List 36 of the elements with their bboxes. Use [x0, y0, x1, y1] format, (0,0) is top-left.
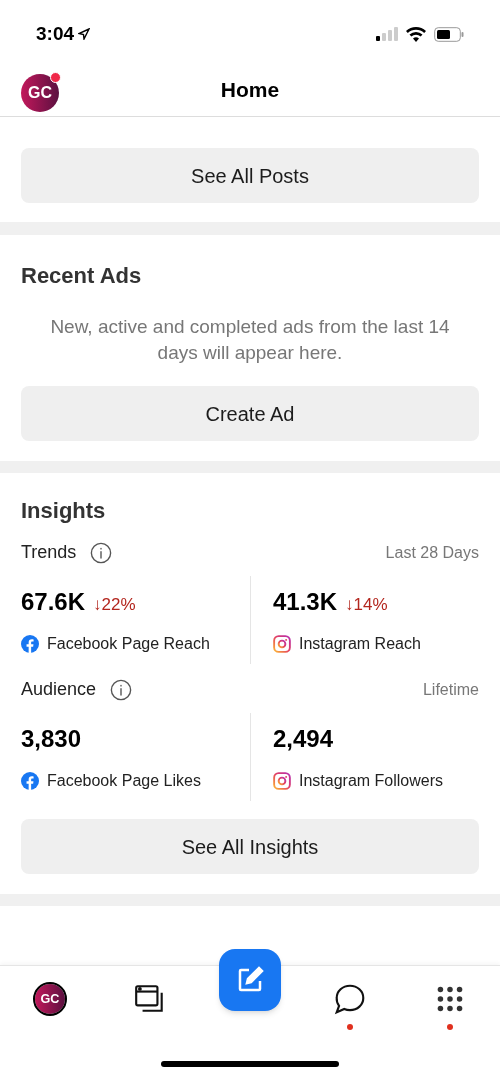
metric-label: Facebook Page Likes: [47, 771, 201, 791]
see-all-posts-button[interactable]: See All Posts: [21, 148, 479, 203]
battery-icon: [434, 26, 464, 42]
metric-value: 3,830: [21, 724, 82, 754]
location-icon: [78, 28, 91, 40]
section-title: Insights: [21, 497, 107, 525]
period-label: Lifetime: [422, 679, 479, 700]
profile-tab[interactable]: GC: [35, 984, 65, 1014]
see-all-insights-button[interactable]: See All Insights: [21, 819, 479, 874]
period-label: Last 28 Days: [385, 542, 479, 563]
info-icon[interactable]: [90, 541, 113, 564]
status-time: 3:04: [36, 21, 75, 46]
metric-change: ↓22%: [93, 594, 136, 616]
metric-change: ↓14%: [345, 594, 388, 616]
chat-icon[interactable]: [333, 982, 367, 1016]
facebook-icon: [21, 772, 39, 790]
metric-value: 67.6K: [21, 587, 86, 617]
metric-label: Facebook Page Reach: [47, 634, 210, 654]
signal-icon: [376, 27, 398, 41]
facebook-icon: [21, 635, 39, 653]
compose-button[interactable]: [219, 949, 281, 1011]
create-ad-button[interactable]: Create Ad: [21, 386, 479, 441]
logo-icon: GC: [21, 74, 59, 112]
group-title: Audience: [21, 678, 97, 701]
metric-value: 2,494: [273, 724, 334, 754]
group-title: Trends: [21, 541, 77, 564]
instagram-icon: [273, 772, 291, 790]
wifi-icon: [406, 26, 426, 42]
instagram-icon: [273, 635, 291, 653]
page-title: Home: [220, 77, 280, 104]
section-title: Recent Ads: [21, 262, 143, 290]
metric-value: 41.3K: [273, 587, 338, 617]
ads-description: New, active and completed ads from the last 14 days will appear here.: [49, 315, 451, 365]
metric-label: Instagram Followers: [299, 771, 444, 791]
info-icon[interactable]: [110, 678, 133, 701]
metric-label: Instagram Reach: [299, 634, 421, 654]
